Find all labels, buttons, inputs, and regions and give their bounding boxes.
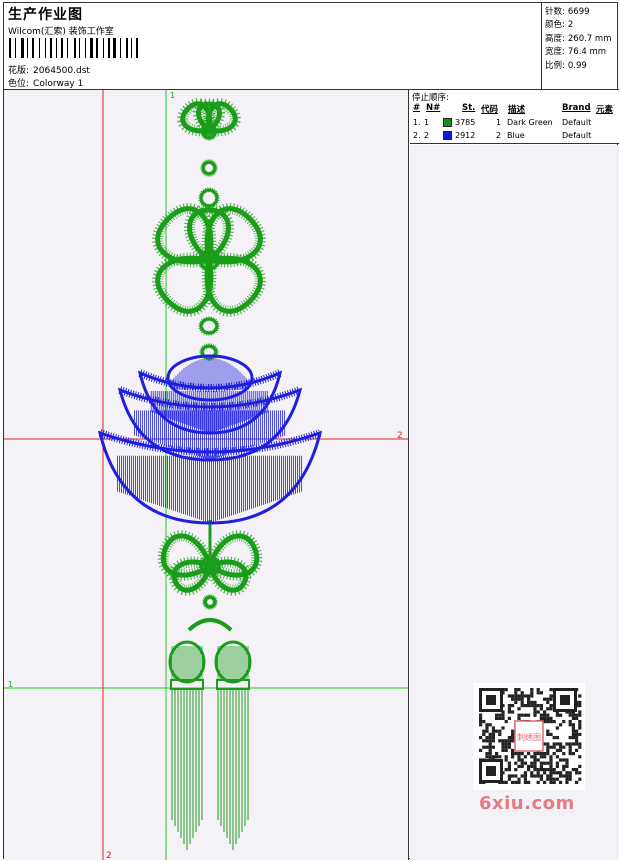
- embroidery-design: 1 2 1 2: [4, 90, 408, 860]
- col-header-code: 代码: [481, 105, 499, 115]
- stop-sequence-panel: 停止顺序: # N# St. 代码 描述 Brand 元素 1. 1 3785 …: [410, 90, 619, 144]
- qr-stamp-text: 刺绣图: [517, 732, 541, 742]
- site-logo: 6xiu.com: [479, 793, 575, 814]
- stats-panel: 针数: 6699 颜色: 2 高度: 260.7 mm 宽度: 76.4 mm 比例: 0…: [542, 3, 619, 89]
- colorway-row: 色位: Colorway 1: [8, 76, 83, 89]
- colorway-label: 色位:: [8, 79, 30, 89]
- col-header-desc: 描述: [508, 105, 526, 115]
- design-label: 花版:: [8, 66, 30, 76]
- barcode: [9, 38, 138, 58]
- stat-stitches: 针数: 6699: [545, 7, 590, 17]
- col-header-n: N#: [426, 103, 441, 113]
- marker-right: 2: [397, 431, 403, 441]
- stat-scale: 比例: 0.99: [545, 61, 587, 71]
- marker-top: 1: [170, 91, 175, 100]
- qr-code: 刺绣图: [473, 683, 585, 790]
- col-header-num: #: [413, 103, 421, 113]
- col-header-element: 元素: [596, 105, 614, 115]
- stat-height: 高度: 260.7 mm: [545, 34, 612, 44]
- production-sheet: 生产作业图 Wilcom(汇索) 装饰工作室 花版: 2064500.dst 色位…: [3, 2, 619, 860]
- green-thread-layer: [152, 98, 266, 850]
- sequence-title: 停止顺序:: [412, 93, 449, 103]
- design-value: 2064500.dst: [33, 66, 90, 76]
- color-swatch-green: [443, 118, 452, 127]
- header-info: 生产作业图 Wilcom(汇索) 装饰工作室 花版: 2064500.dst 色位…: [4, 3, 542, 89]
- col-header-st: St.: [462, 103, 476, 113]
- stat-colors: 颜色: 2: [545, 20, 574, 30]
- design-row: 花版: 2064500.dst: [8, 63, 90, 76]
- embroidery-canvas: 1 2 1 2: [4, 90, 409, 860]
- col-header-brand: Brand: [562, 103, 591, 113]
- colorway-value: Colorway 1: [33, 79, 84, 89]
- stat-width: 宽度: 76.4 mm: [545, 47, 607, 57]
- studio-name: Wilcom(汇索) 装饰工作室: [8, 27, 114, 37]
- color-swatch-blue: [443, 131, 452, 140]
- page-title: 生产作业图: [8, 7, 83, 23]
- marker-left: 1: [8, 680, 13, 689]
- marker-bottom: 2: [106, 851, 112, 860]
